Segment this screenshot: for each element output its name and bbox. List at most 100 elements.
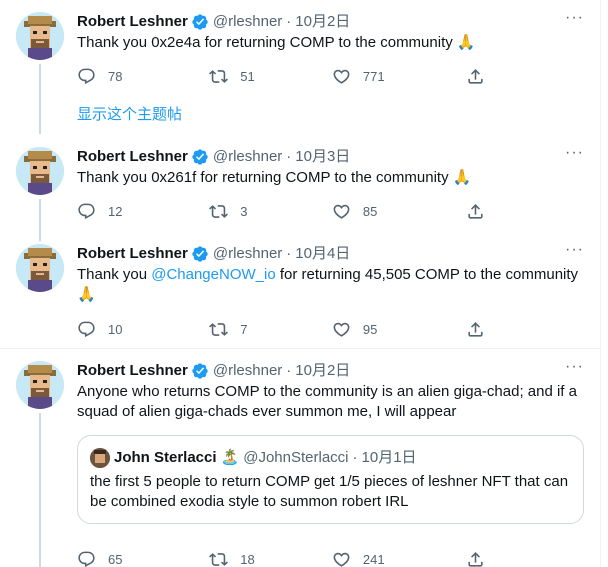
tweet-actions: 12 3 85 <box>77 201 497 221</box>
reply-count: 78 <box>108 68 123 84</box>
retweet-button[interactable]: 7 <box>209 319 332 339</box>
heart-icon <box>332 320 351 339</box>
tweet-date[interactable]: 10月3日 <box>295 147 350 167</box>
reply-icon <box>77 67 96 86</box>
tweet-header: Robert Leshner @rleshner · 10月4日 <box>77 244 584 264</box>
quoted-author-handle: @JohnSterlacci <box>243 449 349 466</box>
tweet-header: Robert Leshner @rleshner · 10月2日 <box>77 12 584 32</box>
avatar[interactable] <box>16 361 64 409</box>
retweet-icon <box>209 320 228 339</box>
share-button[interactable] <box>466 319 497 339</box>
reply-icon <box>77 202 96 221</box>
retweet-icon <box>209 202 228 221</box>
avatar[interactable] <box>16 12 64 60</box>
quoted-tweet-text: the first 5 people to return COMP get 1/… <box>90 473 569 510</box>
island-emoji: 🏝️ <box>220 449 240 466</box>
separator-dot: · <box>286 362 292 379</box>
tweet-actions: 78 51 771 <box>77 66 497 86</box>
separator-dot: · <box>352 449 358 466</box>
quoted-tweet[interactable]: John Sterlacci 🏝️ @JohnSterlacci · 10月1日… <box>77 435 584 524</box>
more-options-icon[interactable]: ··· <box>565 145 584 161</box>
verified-badge-icon <box>191 148 209 166</box>
separator-dot: · <box>286 13 292 30</box>
tweet-date[interactable]: 10月4日 <box>295 244 350 264</box>
verified-badge-icon <box>191 362 209 380</box>
tweet-text-before: Thank you <box>77 266 152 283</box>
author-name[interactable]: Robert Leshner <box>77 244 188 264</box>
verified-badge-icon <box>191 13 209 31</box>
tweet[interactable]: Robert Leshner @rleshner · 10月4日 ··· Tha… <box>0 232 600 347</box>
reply-icon <box>77 320 96 339</box>
tweet-text: Thank you 0x2e4a for returning COMP to t… <box>77 34 476 51</box>
more-options-icon[interactable]: ··· <box>565 359 584 375</box>
verified-badge-icon <box>191 245 209 263</box>
like-button[interactable]: 95 <box>332 319 466 339</box>
thread-connector-line <box>39 64 41 134</box>
retweet-count: 18 <box>240 551 255 567</box>
author-handle[interactable]: @rleshner <box>213 244 282 264</box>
heart-icon <box>332 202 351 221</box>
share-button[interactable] <box>466 66 497 86</box>
mention-link[interactable]: @ChangeNOW_io <box>151 266 275 283</box>
retweet-count: 7 <box>240 321 248 337</box>
author-name[interactable]: Robert Leshner <box>77 361 188 381</box>
heart-icon <box>332 67 351 86</box>
like-button[interactable]: 771 <box>332 66 466 86</box>
share-button[interactable] <box>466 549 497 567</box>
retweet-icon <box>209 550 228 567</box>
thread-connector-line <box>39 413 41 567</box>
retweet-icon <box>209 67 228 86</box>
avatar[interactable] <box>16 147 64 195</box>
reply-button[interactable]: 12 <box>77 201 209 221</box>
author-handle[interactable]: @rleshner <box>213 147 282 167</box>
author-handle[interactable]: @rleshner <box>213 361 282 381</box>
tweet-date[interactable]: 10月2日 <box>295 361 350 381</box>
avatar[interactable] <box>16 244 64 292</box>
like-count: 241 <box>362 551 385 567</box>
tweet[interactable]: Robert Leshner @rleshner · 10月3日 ··· Tha… <box>0 135 600 241</box>
quoted-avatar <box>90 448 110 468</box>
heart-icon <box>332 550 351 567</box>
quoted-author-name: John Sterlacci <box>114 449 217 466</box>
reply-button[interactable]: 78 <box>77 66 209 86</box>
tweet-date[interactable]: 10月2日 <box>295 12 350 32</box>
reply-button[interactable]: 10 <box>77 319 209 339</box>
reply-count: 65 <box>108 551 123 567</box>
reply-button[interactable]: 65 <box>77 549 209 567</box>
like-button[interactable]: 241 <box>332 549 466 567</box>
quoted-tweet-date: 10月1日 <box>361 449 417 466</box>
share-button[interactable] <box>466 201 497 221</box>
like-count: 771 <box>362 68 385 84</box>
share-icon <box>466 202 485 221</box>
share-icon <box>466 67 485 86</box>
retweet-button[interactable]: 3 <box>209 201 332 221</box>
more-options-icon[interactable]: ··· <box>565 242 584 258</box>
tweet-actions: 10 7 95 <box>77 319 497 339</box>
like-button[interactable]: 85 <box>332 201 466 221</box>
reply-count: 10 <box>108 321 123 337</box>
retweet-count: 51 <box>240 68 255 84</box>
reply-icon <box>77 550 96 567</box>
share-icon <box>466 320 485 339</box>
more-options-icon[interactable]: ··· <box>565 10 584 26</box>
show-thread-link[interactable]: 显示这个主题帖 <box>77 105 182 125</box>
tweet[interactable]: Robert Leshner @rleshner · 10月2日 ··· Tha… <box>0 0 600 134</box>
tweet-text: Thank you 0x261f for returning COMP to t… <box>77 169 472 186</box>
separator-dot: · <box>286 245 292 262</box>
retweet-button[interactable]: 51 <box>209 66 332 86</box>
tweet[interactable]: Robert Leshner @rleshner · 10月2日 ··· Any… <box>0 349 600 567</box>
author-handle[interactable]: @rleshner <box>213 12 282 32</box>
like-count: 85 <box>362 203 378 219</box>
author-name[interactable]: Robert Leshner <box>77 12 188 32</box>
tweet-actions: 65 18 241 <box>77 549 497 567</box>
separator-dot: · <box>286 148 292 165</box>
tweet-text: Anyone who returns COMP to the community… <box>77 383 577 420</box>
quoted-tweet-header: John Sterlacci 🏝️ @JohnSterlacci · 10月1日 <box>90 448 571 468</box>
like-count: 95 <box>362 321 378 337</box>
share-icon <box>466 550 485 567</box>
tweet-header: Robert Leshner @rleshner · 10月3日 <box>77 147 584 167</box>
retweet-button[interactable]: 18 <box>209 549 332 567</box>
reply-count: 12 <box>108 203 123 219</box>
author-name[interactable]: Robert Leshner <box>77 147 188 167</box>
tweet-text: Thank you @ChangeNOW_io for returning 45… <box>77 265 584 305</box>
